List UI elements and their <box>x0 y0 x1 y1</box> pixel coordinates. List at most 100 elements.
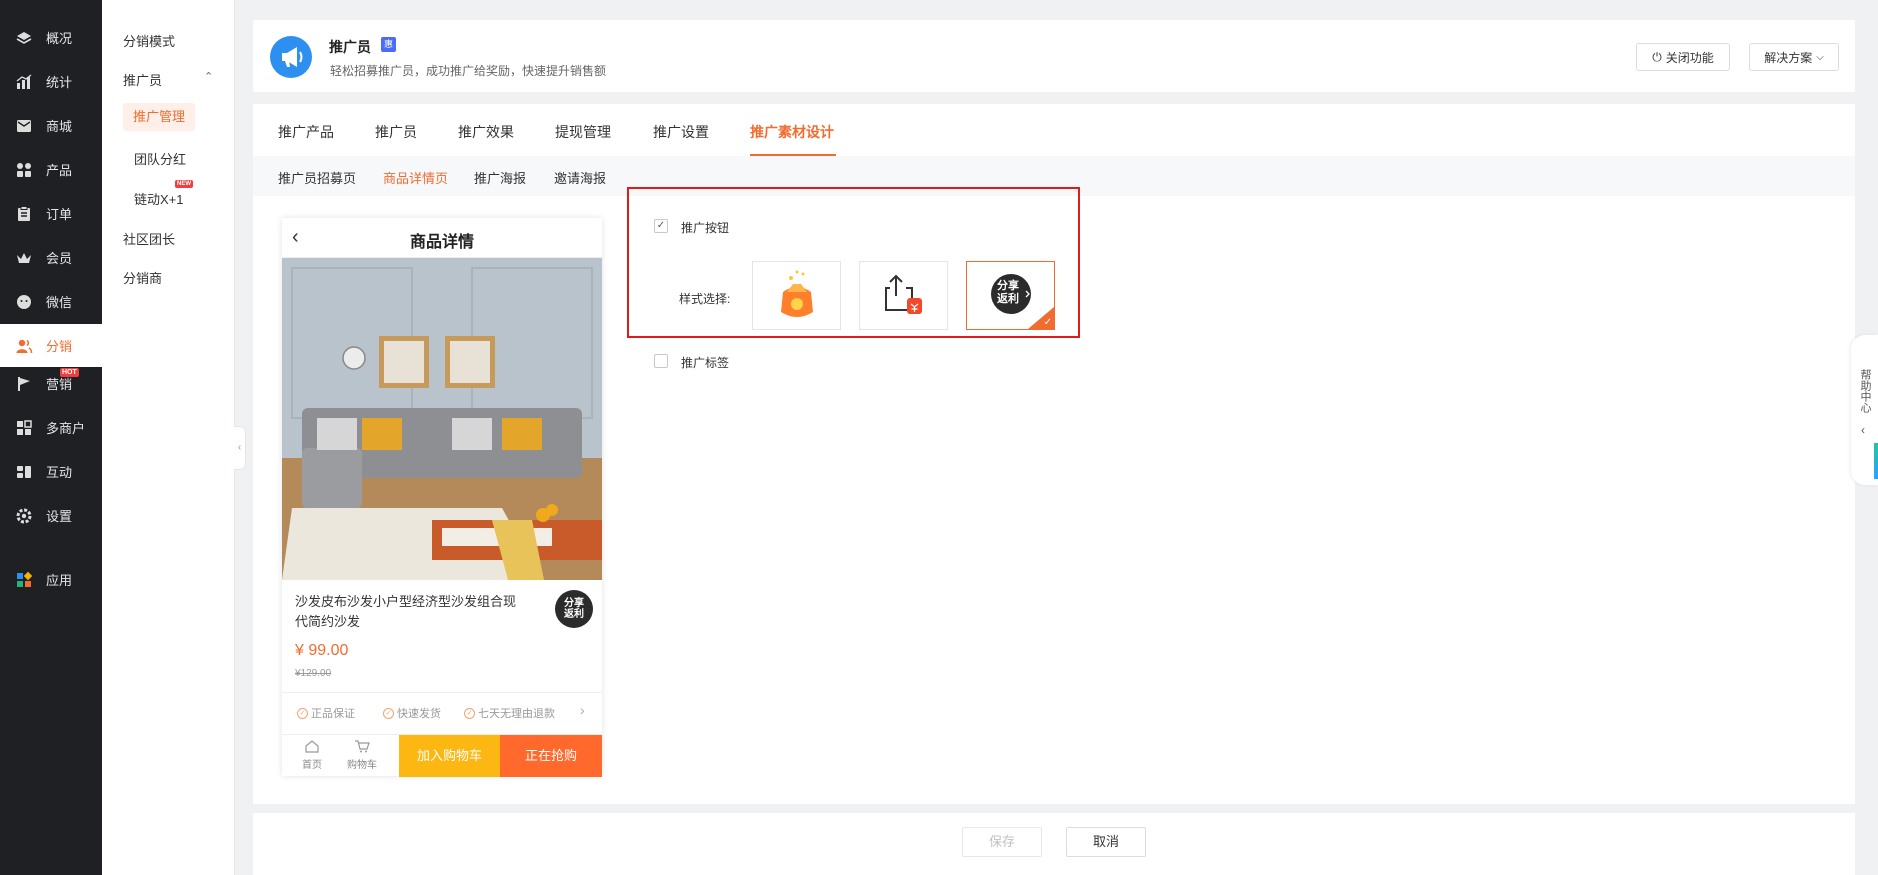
chevron-up-icon[interactable]: ⌃ <box>204 70 213 83</box>
subnav-promo-manage[interactable]: 推广管理 <box>123 103 196 131</box>
share-rebate-button[interactable]: 分享返利 <box>555 590 593 628</box>
style-option-bag[interactable] <box>752 261 841 330</box>
nav-label: 概况 <box>46 31 73 46</box>
product-image <box>282 258 602 580</box>
nav-label: 统计 <box>46 75 73 90</box>
solution-label: 解决方案 <box>1764 50 1813 65</box>
footer-cart[interactable]: 购物车 <box>345 739 379 771</box>
layers-icon <box>16 31 32 44</box>
cancel-button[interactable]: 取消 <box>1066 827 1146 857</box>
hot-badge: HOT <box>60 368 79 377</box>
phone-preview: ‹ 商品详情 沙发皮布沙发小户型经济型沙发组合现代简约沙发 分享返利 ¥ 99.… <box>282 218 602 777</box>
add-to-cart-button[interactable]: 加入购物车 <box>399 735 500 777</box>
tab-withdraw[interactable]: 提现管理 <box>555 122 611 142</box>
nav-item-interaction[interactable]: 互动 <box>0 450 102 493</box>
help-accent-bar <box>1874 443 1878 479</box>
guarantee-item: ✓ 快速发货 <box>383 705 441 721</box>
chevron-right-icon[interactable]: › <box>580 702 585 718</box>
subnav-promoter[interactable]: 推广员 <box>123 70 162 89</box>
check-circle-icon: ✓ <box>297 707 308 719</box>
phone-title: 商品详情 <box>409 234 474 251</box>
nav-item-settings[interactable]: 设置 <box>0 494 102 537</box>
subnav-distributor[interactable]: 分销商 <box>123 268 162 287</box>
check-circle-icon: ✓ <box>464 707 475 719</box>
tab-promo-material[interactable]: 推广素材设计 <box>750 122 834 142</box>
feature-header: 推广员 惠 轻松招募推广员，成功推广给奖励，快速提升销售额 ⏻ 关闭功能 解决方… <box>253 20 1855 92</box>
guarantee-bar: ✓ 正品保证 ✓ 快速发货 ✓ 七天无理由退款 › <box>282 692 602 728</box>
page-subtitle: 轻松招募推广员，成功推广给奖励，快速提升销售额 <box>330 64 607 78</box>
mail-icon <box>17 119 31 132</box>
check-circle-icon: ✓ <box>383 707 394 719</box>
blocks-icon <box>17 465 31 478</box>
tab-promo-products[interactable]: 推广产品 <box>278 122 334 142</box>
promo-tag-checkbox[interactable] <box>654 354 668 368</box>
users-icon <box>16 339 33 353</box>
main-sidebar: 概况 统计 商城 产品 订单 会员 微信 分销 营销 HOT 多商户 互动 设置… <box>0 0 102 875</box>
collapse-sidebar-button[interactable]: ‹ <box>234 426 246 470</box>
home-icon <box>305 740 319 753</box>
footer-home[interactable]: 首页 <box>295 739 329 771</box>
nav-item-members[interactable]: 会员 <box>0 236 102 279</box>
original-price: ¥129.00 <box>295 668 332 679</box>
subtab-invite-poster[interactable]: 邀请海报 <box>554 168 606 187</box>
crown-icon <box>17 252 31 263</box>
megaphone-icon <box>270 36 312 78</box>
close-feature-label: 关闭功能 <box>1665 50 1714 65</box>
check-icon: ✓ <box>1043 317 1052 328</box>
page-title: 推广员 <box>329 39 371 55</box>
nav-label: 会员 <box>46 251 73 266</box>
close-feature-button[interactable]: ⏻ 关闭功能 <box>1636 43 1730 71</box>
gear-icon <box>16 508 32 523</box>
nav-item-mall[interactable]: 商城 <box>0 104 102 147</box>
apps-icon <box>17 571 33 587</box>
style-option-share-rebate[interactable]: 分享返利 ✓ <box>966 261 1055 330</box>
nav-label: 分销 <box>46 339 73 354</box>
nav-item-orders[interactable]: 订单 <box>0 192 102 235</box>
nav-item-marketing[interactable]: 营销 HOT <box>0 362 102 405</box>
help-center-label: 帮助中心 <box>1859 369 1871 413</box>
nav-label: 互动 <box>46 465 73 480</box>
action-footer: 保存 取消 <box>253 813 1855 875</box>
flag-icon <box>18 376 30 391</box>
nav-item-merchants[interactable]: 多商户 <box>0 406 102 449</box>
chart-icon <box>16 73 32 89</box>
phone-footer: 首页 购物车 加入购物车 正在抢购 <box>282 734 602 777</box>
guarantee-item: ✓ 七天无理由退款 <box>464 705 555 721</box>
product-name: 沙发皮布沙发小户型经济型沙发组合现代简约沙发 <box>295 594 517 629</box>
nav-item-wechat[interactable]: 微信 <box>0 280 102 323</box>
help-center-tab[interactable]: 帮助中心 ‹ <box>1851 335 1878 485</box>
promo-button-label: 推广按钮 <box>681 221 730 235</box>
product-price: ¥ 99.00 <box>295 642 349 659</box>
nav-item-products[interactable]: 产品 <box>0 148 102 191</box>
tab-promoters[interactable]: 推广员 <box>375 122 417 142</box>
subnav-team-bonus[interactable]: 团队分红 <box>134 149 186 168</box>
wechat-icon <box>17 294 31 309</box>
nav-item-distribution[interactable]: 分销 <box>0 324 102 367</box>
promo-button-checkbox[interactable]: ✓ <box>654 219 668 233</box>
nav-item-apps[interactable]: 应用 <box>0 558 102 601</box>
nav-label: 商城 <box>46 119 73 134</box>
subnav-community[interactable]: 社区团长 <box>123 229 175 248</box>
nav-label: 微信 <box>46 295 73 310</box>
new-badge: NEW <box>175 180 193 188</box>
buy-now-button[interactable]: 正在抢购 <box>500 735 602 777</box>
tab-promo-effect[interactable]: 推广效果 <box>458 122 514 142</box>
power-icon: ⏻ <box>1652 49 1662 64</box>
nav-item-stats[interactable]: 统计 <box>0 60 102 103</box>
save-button[interactable]: 保存 <box>962 827 1042 857</box>
style-option-share[interactable] <box>859 261 948 330</box>
guarantee-item: ✓ 正品保证 <box>297 705 355 721</box>
bag-icon <box>781 270 813 317</box>
chevron-left-icon: ‹ <box>1861 423 1865 437</box>
tab-promo-settings[interactable]: 推广设置 <box>653 122 709 142</box>
store-icon <box>17 419 32 435</box>
subnav-chain[interactable]: 链动X+1 <box>134 189 184 208</box>
nav-item-overview[interactable]: 概况 <box>0 16 102 59</box>
subtab-recruit-page[interactable]: 推广员招募页 <box>278 168 356 187</box>
share-upload-icon <box>885 274 922 314</box>
discount-badge: 惠 <box>381 37 396 52</box>
subnav-distribution-mode[interactable]: 分销模式 <box>123 31 175 50</box>
subtab-promo-poster[interactable]: 推广海报 <box>474 168 526 187</box>
subtab-product-detail[interactable]: 商品详情页 <box>383 168 448 187</box>
solution-dropdown[interactable]: 解决方案 ⌵ <box>1749 43 1839 71</box>
